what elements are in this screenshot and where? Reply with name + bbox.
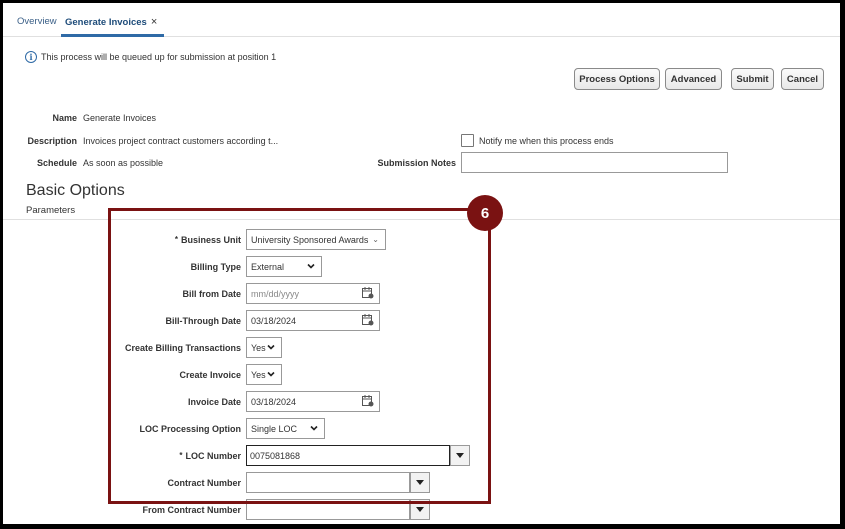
submission-notes-input[interactable] bbox=[461, 152, 728, 173]
advanced-button[interactable]: Advanced bbox=[665, 68, 722, 90]
name-value: Generate Invoices bbox=[83, 113, 157, 123]
process-options-button[interactable]: Process Options bbox=[574, 68, 660, 90]
tab-overview[interactable]: Overview bbox=[17, 16, 57, 27]
close-icon[interactable]: × bbox=[151, 16, 157, 28]
process-window: Overview Generate Invoices × i This proce… bbox=[3, 3, 840, 524]
notify-label: Notify me when this process ends bbox=[479, 136, 614, 146]
name-label: Name bbox=[52, 113, 77, 123]
section-title: Basic Options bbox=[26, 182, 125, 199]
tab-bar: Overview Generate Invoices × bbox=[3, 3, 840, 37]
tab-generate-invoices-label: Generate Invoices bbox=[65, 17, 147, 28]
parameters-label: Parameters bbox=[26, 205, 76, 216]
info-message-text: This process will be queued up for submi… bbox=[41, 52, 277, 62]
info-message: i This process will be queued up for sub… bbox=[25, 51, 276, 63]
schedule-value: As soon as possible bbox=[83, 158, 164, 168]
step-number-badge: 6 bbox=[467, 195, 503, 231]
caret-down-icon bbox=[416, 506, 424, 512]
submit-button[interactable]: Submit bbox=[731, 68, 774, 90]
step-highlight-box bbox=[108, 208, 491, 504]
submission-notes-label: Submission Notes bbox=[377, 158, 456, 168]
tab-generate-invoices[interactable]: Generate Invoices × bbox=[65, 16, 157, 28]
description-value: Invoices project contract customers acco… bbox=[83, 136, 279, 146]
description-label: Description bbox=[27, 136, 77, 146]
from-contract-number-label: From Contract Number bbox=[142, 505, 241, 515]
notify-checkbox[interactable] bbox=[461, 134, 474, 147]
active-tab-indicator bbox=[61, 34, 164, 37]
schedule-label: Schedule bbox=[36, 158, 77, 168]
info-icon: i bbox=[25, 51, 37, 63]
cancel-button[interactable]: Cancel bbox=[781, 68, 824, 90]
